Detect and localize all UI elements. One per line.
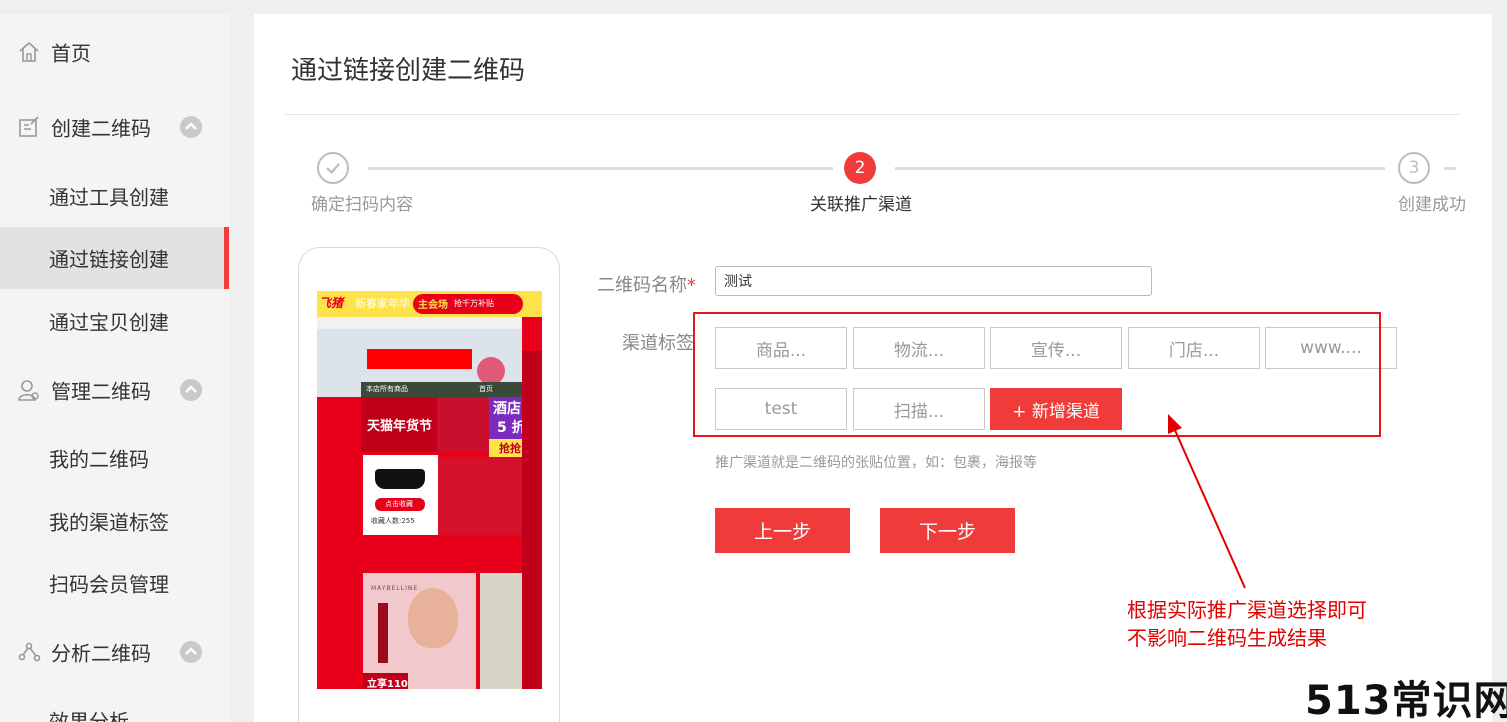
check-icon [326, 163, 340, 175]
nav-item-goods-create[interactable]: 通过宝贝创建 [0, 290, 229, 352]
next-step-button[interactable]: 下一步 [880, 508, 1015, 553]
watermark: 513常识网 [1305, 678, 1507, 722]
divider [285, 114, 1460, 115]
chevron-up-icon[interactable] [180, 116, 202, 138]
nav-home-label: 首页 [51, 41, 91, 66]
annotation-line-1: 根据实际推广渠道选择即可 [1127, 598, 1367, 622]
nav-item-label: 我的二维码 [49, 447, 149, 472]
nav-item-scan-members[interactable]: 扫码会员管理 [0, 552, 229, 614]
nav-analyze-qr[interactable]: 分析二维码 [0, 621, 229, 683]
nav-manage-qr[interactable]: 管理二维码 [0, 359, 229, 421]
preview-collect: 点击收藏 [385, 500, 413, 508]
step-connector [1444, 167, 1456, 170]
share-nodes-icon [18, 642, 41, 662]
preview-shop-items: 本店所有商品 [366, 385, 408, 393]
annotation-highlight-box [693, 312, 1381, 437]
step-3-circle: 3 [1398, 152, 1430, 184]
nav-create-qr[interactable]: 创建二维码 [0, 96, 229, 158]
channel-hint: 推广渠道就是二维码的张贴位置，如：包裹，海报等 [715, 455, 1037, 471]
preview-gift-area [438, 457, 522, 535]
qr-name-input[interactable] [715, 266, 1152, 296]
preview-venue-badge: 主会场 [418, 300, 448, 311]
face-shape [408, 588, 458, 648]
step-2-circle: 2 [844, 152, 876, 184]
preview-price-tag: 立享110 [367, 679, 408, 689]
sidebar: 首页 创建二维码 通过工具创建 通过链接创建 通过宝贝创建 管理二维码 我的二维… [0, 14, 229, 722]
edit-icon [19, 116, 39, 137]
required-mark: * [687, 275, 696, 296]
step-1-circle [317, 152, 349, 184]
nav-item-label: 效果分析 [49, 709, 129, 722]
preview-banner-text: 新春家年华 [355, 297, 410, 310]
channel-tags-label: 渠道标签 [622, 333, 694, 354]
step-connector [895, 167, 1385, 170]
preview-product-image: MAYBELLINE 立享110 [363, 573, 476, 689]
preview-promo-block: 天猫年货节 [361, 397, 437, 452]
nav-item-label: 我的渠道标签 [49, 510, 169, 535]
phone-preview-screen: 飞猪 新春家年华 主会场 抢千万补贴 本店所有商品 首页 天猫年货节 酒店 5 … [317, 291, 542, 689]
step-2-label: 关联推广渠道 [810, 195, 912, 215]
lipstick-shape [378, 603, 388, 663]
preview-top-banner: 飞猪 新春家年华 主会场 抢千万补贴 [317, 291, 542, 317]
user-icon [18, 380, 39, 401]
preview-product-image-2 [480, 573, 522, 689]
preview-red-bar [367, 349, 472, 369]
nav-manage-label: 管理二维码 [51, 379, 151, 404]
step-3-label: 创建成功 [1398, 195, 1466, 215]
preview-grab: 抢抢 [499, 442, 521, 455]
step-connector [368, 167, 833, 170]
nav-item-label: 通过宝贝创建 [49, 310, 169, 335]
preview-collect-count: 收藏人数:255 [371, 517, 415, 525]
nav-item-label: 扫码会员管理 [49, 572, 169, 597]
qr-name-label-text: 二维码名称 [597, 275, 687, 296]
preview-home-tab: 首页 [479, 385, 493, 393]
nav-item-label: 通过链接创建 [49, 247, 169, 272]
annotation-line-2: 不影响二维码生成结果 [1127, 626, 1327, 650]
preview-hotel: 酒店 [493, 401, 521, 417]
nav-create-label: 创建二维码 [51, 116, 151, 141]
chevron-up-icon[interactable] [180, 379, 202, 401]
chevron-up-icon[interactable] [180, 641, 202, 663]
nav-item-my-qr[interactable]: 我的二维码 [0, 427, 229, 489]
nav-home[interactable]: 首页 [0, 21, 229, 83]
preview-promo-bg [437, 397, 489, 452]
preview-menu-bar: 本店所有商品 首页 [361, 382, 522, 397]
preview-brand2: MAYBELLINE [371, 585, 419, 592]
preview-price-bar: 立享110 [363, 673, 408, 689]
preview-tmall-card: 点击收藏 收藏人数:255 [363, 455, 438, 535]
step-1-label: 确定扫码内容 [311, 195, 413, 215]
preview-promo-title: 天猫年货节 [367, 419, 433, 434]
preview-flower [477, 357, 505, 385]
nav-item-tool-create[interactable]: 通过工具创建 [0, 165, 229, 227]
preview-side-rail [522, 351, 542, 689]
nav-item-my-channels[interactable]: 我的渠道标签 [0, 490, 229, 552]
home-icon [19, 41, 39, 62]
tmall-cat-icon [375, 469, 425, 489]
preview-collect-button: 点击收藏 [375, 498, 425, 511]
qr-name-label: 二维码名称* [597, 271, 696, 297]
nav-analyze-label: 分析二维码 [51, 641, 151, 666]
nav-item-effect-analysis[interactable]: 效果分析 [0, 689, 229, 722]
preview-venue-sub: 抢千万补贴 [454, 299, 494, 308]
page-title: 通过链接创建二维码 [291, 56, 526, 86]
preview-breadcrumb-bar [317, 317, 522, 329]
preview-brand: 飞猪 [319, 296, 344, 310]
nav-item-link-create[interactable]: 通过链接创建 [0, 227, 229, 289]
nav-item-label: 通过工具创建 [49, 185, 169, 210]
prev-step-button[interactable]: 上一步 [715, 508, 850, 553]
